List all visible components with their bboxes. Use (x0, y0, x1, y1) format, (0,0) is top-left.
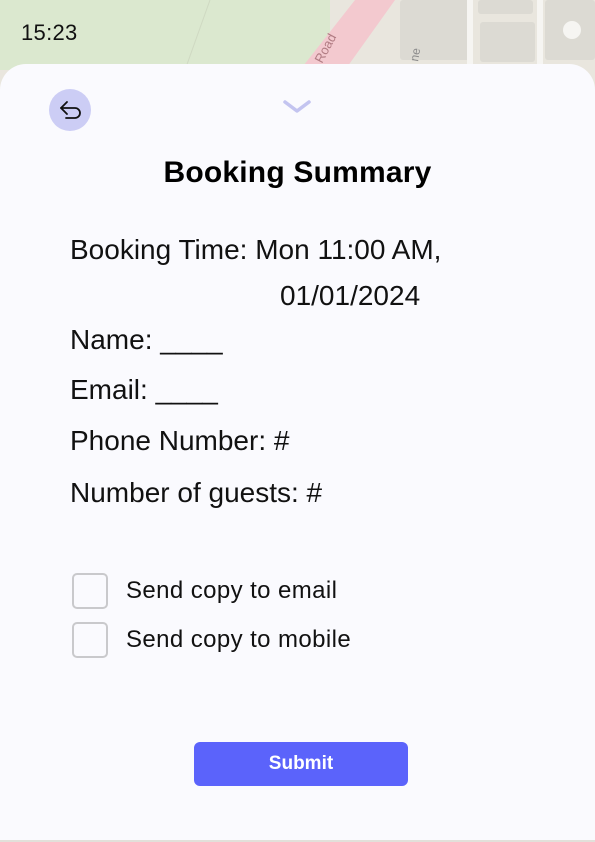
send-copy-email-checkbox[interactable] (72, 573, 108, 609)
back-button[interactable] (49, 89, 91, 131)
send-copy-email-label: Send copy to email (126, 577, 338, 604)
number-of-guests-field: Number of guests: # (70, 477, 323, 508)
send-copy-mobile-checkbox[interactable] (72, 622, 108, 658)
submit-button[interactable]: Submit (194, 742, 408, 786)
collapse-sheet-button[interactable] (282, 98, 312, 116)
name-field: Name: ____ (70, 324, 223, 355)
map-road-label-2: ne (407, 47, 423, 63)
booking-date-text: 01/01/2024 (280, 280, 421, 311)
email-field: Email: ____ (70, 374, 218, 405)
return-arrow-icon (60, 101, 81, 119)
status-bar-time: 15:23 (21, 20, 78, 45)
send-copy-mobile-option[interactable]: Send copy to mobile (72, 622, 351, 658)
page-title: Booking Summary (163, 156, 432, 189)
send-copy-mobile-label: Send copy to mobile (126, 626, 352, 653)
booking-summary-sheet: Booking Summary Booking Time: Mon 11:00 … (0, 64, 595, 840)
chevron-down-icon (283, 100, 311, 113)
send-copy-email-option[interactable]: Send copy to email (72, 573, 337, 609)
phone-number-field: Phone Number: # (70, 425, 290, 456)
booking-time-text: Booking Time: Mon 11:00 AM, (70, 234, 442, 265)
booking-summary-screen: Road ne 15:23 Booking Summary Booking Ti… (0, 0, 595, 842)
